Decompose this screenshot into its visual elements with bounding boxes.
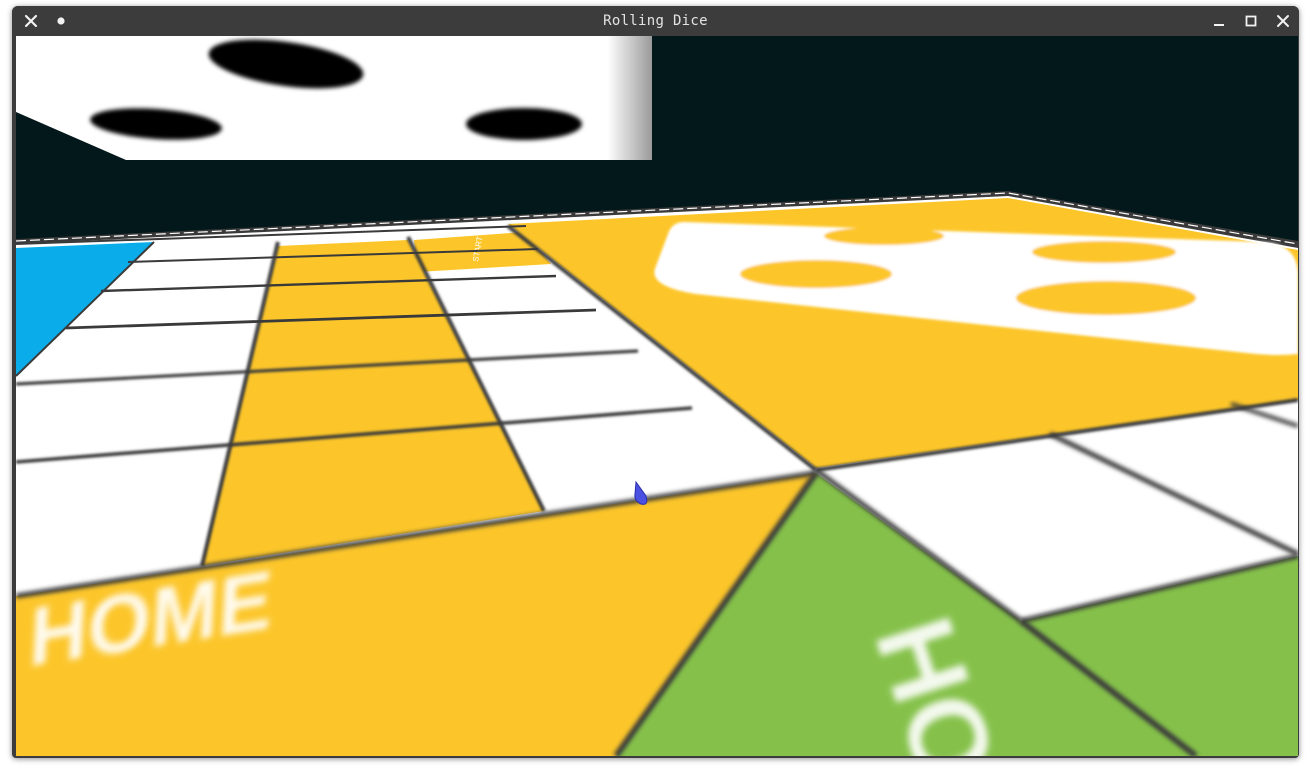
maximize-icon[interactable] xyxy=(1240,10,1262,32)
game-viewport[interactable]: START HOME HO xyxy=(16,36,1298,756)
window-title: Rolling Dice xyxy=(603,13,708,29)
game-scene[interactable]: START HOME HO xyxy=(16,36,1298,756)
app-window: Rolling Dice START HOME HO xyxy=(12,6,1299,758)
close-icon[interactable] xyxy=(1272,10,1294,32)
title-bar[interactable]: Rolling Dice xyxy=(12,6,1299,36)
rolling-die[interactable] xyxy=(16,36,652,160)
minimize-icon[interactable] xyxy=(1208,10,1230,32)
